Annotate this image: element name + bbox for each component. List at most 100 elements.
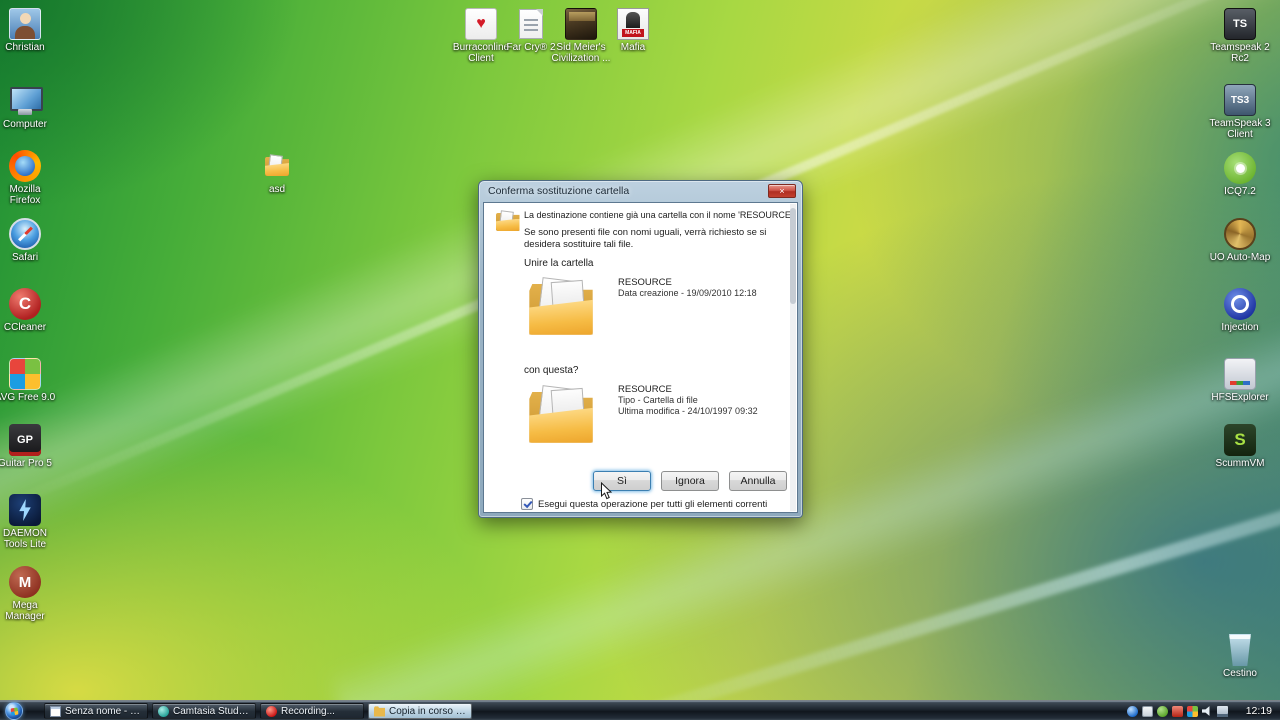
- uo-automap-icon: [1224, 218, 1256, 250]
- desktop-icon-recycle-bin[interactable]: Cestino: [1208, 634, 1272, 679]
- firefox-icon: [9, 150, 41, 182]
- source-folder-icon: [528, 277, 594, 337]
- dialog-scrollbar[interactable]: [790, 204, 796, 511]
- wallpaper-streak: [326, 193, 1280, 720]
- close-button[interactable]: ×: [768, 184, 796, 198]
- injection-icon: [1224, 288, 1256, 320]
- yes-button[interactable]: Sì: [593, 471, 651, 491]
- merge-folder-label: Unire la cartella: [524, 258, 594, 269]
- desktop-icon-label: ICQ7.2: [1224, 186, 1256, 197]
- desktop-icon-label: Mozilla Firefox: [9, 184, 41, 206]
- dialog-intro-text: La destinazione contiene già una cartell…: [524, 210, 796, 220]
- desktop-icon-teamspeak3[interactable]: TeamSpeak 3 Client: [1208, 84, 1272, 140]
- desktop-icon-label: AVG Free 9.0: [0, 392, 56, 403]
- cancel-button[interactable]: Annulla: [729, 471, 787, 491]
- desktop-icon-hfsexplorer[interactable]: HFSExplorer: [1208, 358, 1272, 403]
- desktop-icon-avg[interactable]: AVG Free 9.0: [0, 358, 57, 403]
- notepad-icon: [50, 705, 61, 717]
- desktop[interactable]: Christian Computer Mozilla Firefox Safar…: [0, 0, 1280, 720]
- desktop-icon-icq[interactable]: ICQ7.2: [1208, 152, 1272, 197]
- taskbar-button-label: Recording...: [281, 705, 335, 717]
- desktop-icon-label: asd: [268, 184, 286, 195]
- farcry2-icon: [519, 9, 543, 39]
- desktop-icon-label: Guitar Pro 5: [0, 458, 52, 469]
- taskbar-button-notepad[interactable]: Senza nome - Blocco...: [44, 703, 148, 719]
- taskbar-button-copy-progress[interactable]: Copia in corso 21 ele...: [368, 703, 472, 719]
- source-folder-info: RESOURCE Data creazione - 19/09/2010 12:…: [618, 277, 757, 299]
- user-avatar-icon: [9, 8, 41, 40]
- tray-app-icon-red[interactable]: [1172, 705, 1183, 717]
- tray-app-icon-blue[interactable]: [1127, 705, 1138, 717]
- volume-icon[interactable]: [1202, 706, 1210, 716]
- merge-folder-icon: [495, 210, 520, 232]
- folder-icon: [261, 150, 293, 182]
- desktop-icon-label: TeamSpeak 3 Client: [1209, 118, 1271, 140]
- target-folder-name: RESOURCE: [618, 384, 672, 395]
- desktop-icon-label: Christian: [5, 42, 45, 53]
- desktop-icon-guitar-pro[interactable]: Guitar Pro 5: [0, 424, 57, 469]
- desktop-icon-asd-folder[interactable]: asd: [245, 150, 309, 195]
- start-button[interactable]: [5, 702, 23, 720]
- dialog-content: La destinazione contiene già una cartell…: [483, 202, 798, 513]
- tray-avg-icon[interactable]: [1187, 705, 1198, 717]
- apply-to-all-row: Esegui questa operazione per tutti gli e…: [521, 498, 767, 510]
- target-folder-icon: [528, 385, 594, 445]
- mafia-icon: [617, 8, 649, 40]
- dialog-title: Conferma sostituzione cartella: [488, 185, 630, 197]
- taskbar: Senza nome - Blocco... Camtasia Studio -…: [0, 700, 1280, 720]
- icq-icon: [1224, 152, 1256, 184]
- avg-icon: [9, 358, 41, 390]
- desktop-icon-label: Mafia: [620, 42, 646, 53]
- desktop-icon-mafia[interactable]: Mafia: [601, 8, 665, 53]
- desktop-icon-teamspeak2[interactable]: Teamspeak 2 Rc2: [1208, 8, 1272, 64]
- teamspeak2-icon: [1224, 8, 1256, 40]
- desktop-icon-firefox[interactable]: Mozilla Firefox: [0, 150, 57, 206]
- taskbar-button-camtasia[interactable]: Camtasia Studio - U...: [152, 703, 256, 719]
- safari-icon: [9, 218, 41, 250]
- scrollbar-thumb[interactable]: [790, 208, 796, 304]
- desktop-icon-safari[interactable]: Safari: [0, 218, 57, 263]
- tray-app-icon-light[interactable]: [1142, 705, 1153, 717]
- target-folder-info: RESOURCE Tipo - Cartella di file Ultima …: [618, 384, 758, 417]
- target-folder-detail-modified: Ultima modifica - 24/10/1997 09:32: [618, 406, 758, 416]
- desktop-icon-label: Teamspeak 2 Rc2: [1210, 42, 1270, 64]
- desktop-icon-computer[interactable]: Computer: [0, 85, 57, 130]
- desktop-icon-label: UO Auto-Map: [1209, 252, 1271, 263]
- desktop-icon-injection[interactable]: Injection: [1208, 288, 1272, 333]
- recycle-bin-icon: [1229, 634, 1251, 666]
- desktop-icon-label: Injection: [1221, 322, 1259, 333]
- apply-to-all-label: Esegui questa operazione per tutti gli e…: [538, 498, 768, 510]
- dialog-subtext: Se sono presenti file con nomi uguali, v…: [524, 227, 767, 250]
- desktop-icon-label: Safari: [11, 252, 39, 263]
- taskbar-clock[interactable]: 12:19: [1246, 701, 1272, 720]
- taskbar-button-recording[interactable]: Recording...: [260, 703, 364, 719]
- desktop-icon-mega-manager[interactable]: Mega Manager: [0, 566, 57, 622]
- desktop-icon-uo-automap[interactable]: UO Auto-Map: [1208, 218, 1272, 263]
- desktop-icon-scummvm[interactable]: ScummVM: [1208, 424, 1272, 469]
- source-folder-name: RESOURCE: [618, 277, 672, 288]
- burraconline-icon: [465, 8, 497, 40]
- taskbar-button-label: Copia in corso 21 ele...: [389, 705, 466, 717]
- system-tray: [1127, 701, 1228, 720]
- desktop-icon-label: CCleaner: [3, 322, 47, 333]
- with-this-label: con questa?: [524, 365, 579, 376]
- teamspeak3-icon: [1224, 84, 1256, 116]
- desktop-icon-christian[interactable]: Christian: [0, 8, 57, 53]
- ignore-button[interactable]: Ignora: [661, 471, 719, 491]
- dialog-button-row: Sì Ignora Annulla: [593, 471, 787, 491]
- source-folder-detail: Data creazione - 19/09/2010 12:18: [618, 288, 757, 298]
- desktop-icon-daemon-tools[interactable]: DAEMON Tools Lite: [0, 494, 57, 550]
- copy-folder-icon: [374, 706, 385, 717]
- network-icon[interactable]: [1217, 705, 1228, 717]
- apply-to-all-checkbox[interactable]: [521, 498, 533, 510]
- mega-manager-icon: [9, 566, 41, 598]
- daemon-tools-icon: [9, 494, 41, 526]
- desktop-icon-label: Computer: [3, 119, 47, 130]
- desktop-icon-label: ScummVM: [1215, 458, 1265, 469]
- desktop-icon-label: DAEMON Tools Lite: [3, 528, 47, 550]
- dialog-titlebar[interactable]: Conferma sostituzione cartella ×: [479, 181, 802, 202]
- tray-app-icon-green[interactable]: [1157, 705, 1168, 717]
- confirm-folder-replace-dialog: Conferma sostituzione cartella × La dest…: [478, 180, 803, 518]
- desktop-icon-ccleaner[interactable]: CCleaner: [0, 288, 57, 333]
- civilization-icon: [565, 8, 597, 40]
